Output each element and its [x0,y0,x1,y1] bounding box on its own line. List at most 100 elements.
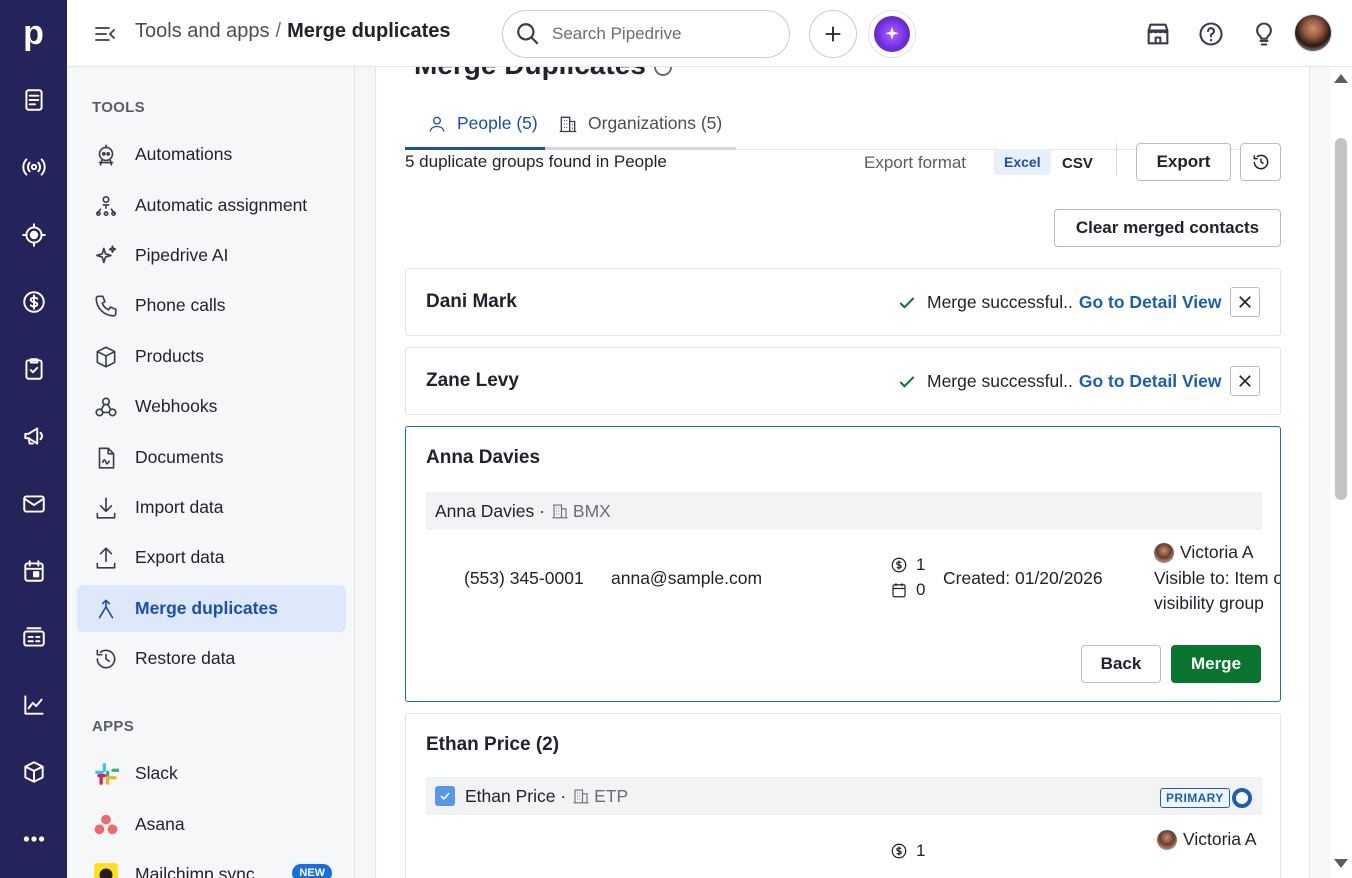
search-input[interactable]: Search Pipedrive [502,10,790,58]
restore-icon [92,645,120,673]
sidebar-item-export-data[interactable]: Export data [77,534,346,581]
marketplace-icon[interactable] [1144,20,1172,48]
group-name: Zane Levy [426,370,519,391]
mail-icon[interactable] [0,484,67,524]
help-icon[interactable] [1197,20,1225,48]
add-button[interactable] [809,10,857,58]
format-csv-option[interactable]: CSV [1062,155,1093,172]
breadcrumb-parent[interactable]: Tools and apps [135,20,270,42]
building-icon [552,504,568,519]
contact-card-icon[interactable] [0,618,67,658]
primary-radio[interactable] [1232,788,1252,808]
sidebar-item-automations[interactable]: Automations [77,131,346,178]
building-icon [559,116,577,132]
dismiss-button[interactable] [1230,287,1260,317]
sidebar-item-mailchimp[interactable]: Mailchimp sync NEW [77,851,346,878]
contact-email: anna@sample.com [611,568,763,588]
history-icon [1253,154,1268,170]
phone-icon [92,292,120,320]
sparkle-icon [92,242,120,270]
owner: Victoria A [1154,542,1254,563]
sidebar-item-label: Automations [135,144,233,164]
user-avatar[interactable] [1294,14,1332,52]
apps-section-title: APPS [92,718,135,735]
collapse-menu-icon[interactable] [93,22,117,46]
sidebar-item-label: Merge duplicates [135,598,278,618]
new-badge: NEW [292,864,332,878]
select-checkbox[interactable] [435,786,455,806]
merged-group-card: Zane Levy Merge successful.. Go to Detai… [405,347,1281,415]
checkmark-icon [899,375,915,388]
scrollbar-thumb[interactable] [1335,138,1347,500]
export-button[interactable]: Export [1136,143,1231,181]
go-to-detail-link[interactable]: Go to Detail View [1079,292,1222,313]
ai-assistant-button[interactable] [868,10,916,58]
contact-phone: (553) 345-0001 [464,568,584,588]
merge-icon [92,595,120,623]
dollar-icon [891,843,907,859]
format-excel-option[interactable]: Excel [994,149,1051,175]
contact-row-header: Anna Davies · BMX [426,492,1262,530]
sidebar-item-webhooks[interactable]: Webhooks [77,383,346,430]
sidebar-item-label: Pipedrive AI [135,245,229,265]
history-button[interactable] [1240,143,1281,181]
contact-name: Ethan Price · [465,785,567,806]
box-icon[interactable] [0,752,67,792]
clear-merged-contacts-button[interactable]: Clear merged contacts [1054,209,1281,247]
sidebar-item-label: Phone calls [135,295,226,315]
sidebar-item-asana[interactable]: Asana [77,801,346,848]
leads-icon[interactable] [0,80,67,120]
slack-icon [92,760,120,788]
mailchimp-icon [92,861,120,878]
close-icon [1239,375,1251,387]
back-button[interactable]: Back [1081,645,1161,683]
owner-name: Victoria A [1180,542,1254,562]
person-icon [429,116,445,132]
scroll-down-arrow[interactable] [1334,859,1348,868]
visibility-text: Visible to: Item o [1154,568,1280,588]
calendar-icon[interactable] [0,551,67,591]
merge-status-text: Merge successful.. [927,292,1073,312]
chart-icon[interactable] [0,685,67,725]
sidebar-item-automatic-assignment[interactable]: Automatic assignment [77,182,346,229]
sidebar-item-phone-calls[interactable]: Phone calls [77,282,346,329]
target-icon[interactable] [0,215,67,255]
clipboard-check-icon[interactable] [0,349,67,389]
merged-group-card: Dani Mark Merge successful.. Go to Detai… [405,268,1281,336]
sidebar-item-label: Documents [135,447,224,467]
more-icon[interactable] [0,819,67,859]
webhook-icon [92,393,120,421]
pipedrive-logo[interactable]: p [0,0,67,67]
close-icon [1239,296,1251,308]
org-name: ETP [594,785,629,806]
signal-icon[interactable] [0,147,67,187]
dollar-icon[interactable] [0,282,67,322]
page-title: Merge Duplicates [414,67,672,81]
app-rail: p [0,0,67,878]
scroll-up-arrow[interactable] [1334,74,1348,83]
sidebar-item-pipedrive-ai[interactable]: Pipedrive AI [77,232,346,279]
ai-sparkle-icon [874,16,910,52]
merge-status-text: Merge successful.. [927,371,1073,391]
dismiss-button[interactable] [1230,366,1260,396]
go-to-detail-link[interactable]: Go to Detail View [1079,371,1222,392]
sidebar-item-restore-data[interactable]: Restore data [77,635,346,682]
sidebar-item-documents[interactable]: Documents [77,434,346,481]
deals-count: 1 [890,555,925,575]
sidebar-item-products[interactable]: Products [77,333,346,380]
sidebar-item-slack[interactable]: Slack [77,750,346,797]
tab-people[interactable]: People (5) [405,100,553,150]
plus-icon [825,26,841,42]
owner-name: Victoria A [1183,829,1257,849]
megaphone-icon[interactable] [0,416,67,456]
robot-icon [92,141,120,169]
sidebar-item-merge-duplicates[interactable]: Merge duplicates [77,585,346,632]
tab-organizations[interactable]: Organizations (5) [545,100,737,150]
checkmark-icon [899,296,915,309]
lightbulb-icon[interactable] [1250,20,1278,48]
breadcrumb-separator: / [275,20,282,42]
sidebar-item-import-data[interactable]: Import data [77,484,346,531]
contact-org: BMX [545,501,611,522]
merge-button[interactable]: Merge [1171,645,1261,683]
box-icon [92,343,120,371]
